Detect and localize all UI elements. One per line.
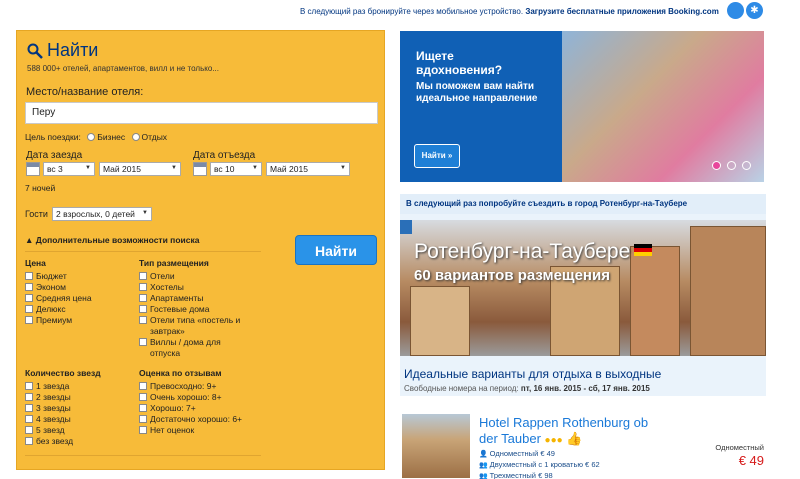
trip-purpose: Цель поездки: Бизнес Отдых <box>25 132 167 142</box>
room-single: 👤 Одноместный € 49 <box>479 449 555 458</box>
price-option[interactable]: Эконом <box>25 282 92 293</box>
top-bar: В следующий раз бронируйте через мобильн… <box>0 0 800 22</box>
hotel-stars: ●●● <box>544 435 563 446</box>
checkin-calendar-icon[interactable] <box>26 162 40 176</box>
business-radio[interactable] <box>87 133 96 141</box>
stars-option[interactable]: 2 звезды <box>25 392 73 403</box>
review-option[interactable]: Хорошо: 7+ <box>139 403 242 414</box>
type-option[interactable]: Апартаменты <box>139 293 240 304</box>
checkout-month-select[interactable]: Май 2015 <box>266 162 350 176</box>
type-option-cont: отпуска <box>150 348 181 358</box>
type-option[interactable]: Гостевые дома <box>139 304 240 315</box>
trip-purpose-label: Цель поездки: <box>25 132 81 142</box>
android-icon[interactable]: ✱ <box>746 2 763 19</box>
promo-period: Свободные номера на период: пт, 16 янв. … <box>404 384 650 393</box>
price-option[interactable]: Делюкс <box>25 304 92 315</box>
apple-icon[interactable] <box>727 2 744 19</box>
divider <box>25 251 261 252</box>
review-filter-list: Превосходно: 9+ Очень хорошо: 8+ Хорошо:… <box>139 381 242 436</box>
guests-select[interactable]: 2 взрослых, 0 детей <box>52 207 152 221</box>
carousel-dot[interactable] <box>742 161 751 170</box>
type-option[interactable]: Отели <box>139 271 240 282</box>
destination-label: Место/название отеля: <box>26 86 144 98</box>
room-triple: 👥 Трехместный € 98 <box>479 471 553 479</box>
type-heading: Тип размещения <box>139 258 209 268</box>
leisure-radio[interactable] <box>131 133 140 141</box>
download-apps-link[interactable]: Загрузите бесплатные приложения Booking.… <box>525 7 718 16</box>
search-title: Найти <box>27 40 98 61</box>
promo-count: 60 вариантов размещения <box>414 267 610 284</box>
price-heading: Цена <box>25 258 46 268</box>
banner-headline: Ищете вдохновения? <box>416 49 503 77</box>
checkout-day-select[interactable]: вс 10 <box>210 162 262 176</box>
checkin-day-select[interactable]: вс 3 <box>43 162 95 176</box>
checkout-label: Дата отъезда <box>193 150 256 161</box>
search-subtitle: 588 000+ отелей, апартаментов, вилл и не… <box>27 64 219 73</box>
room-options: 👤 Одноместный € 49 👥 Двухместный с 1 кро… <box>479 449 600 479</box>
price-filter-list: Бюджет Эконом Средняя цена Делюкс Премиу… <box>25 271 92 326</box>
review-option[interactable]: Очень хорошо: 8+ <box>139 392 242 403</box>
promo-info: Идеальные варианты для отдыха в выходные <box>404 367 662 381</box>
inspiration-banner[interactable]: Ищете вдохновения? Мы поможем вам найти … <box>400 31 764 182</box>
search-panel: Найти 588 000+ отелей, апартаментов, вил… <box>16 30 385 470</box>
more-options-label: Дополнительные возможности поиска <box>35 235 200 245</box>
search-icon <box>27 43 43 59</box>
banner-find-button[interactable]: Найти » <box>414 144 460 168</box>
search-button[interactable]: Найти <box>295 235 377 265</box>
checkin-month-select[interactable]: Май 2015 <box>99 162 181 176</box>
banner-text: Мы поможем вам найти идеальное направлен… <box>416 81 538 104</box>
triangle-up-icon: ▲ <box>25 235 36 245</box>
thumbs-up-icon: 👍 <box>566 431 583 446</box>
mobile-promo-text: В следующий раз бронируйте через мобильн… <box>300 7 719 16</box>
review-heading: Оценка по отзывам <box>139 368 222 378</box>
price-option[interactable]: Бюджет <box>25 271 92 282</box>
type-filter-list: Отели Хостелы Апартаменты Гостевые дома … <box>139 271 240 359</box>
couple-photo <box>562 31 764 182</box>
stars-option[interactable]: 3 звезды <box>25 403 73 414</box>
review-option[interactable]: Достаточно хорошо: 6+ <box>139 414 242 425</box>
stars-heading: Количество звезд <box>25 368 101 378</box>
hotel-card[interactable]: Hotel Rappen Rothenburg ob der Tauber ●●… <box>400 411 766 479</box>
location-pin-icon <box>400 220 412 234</box>
checkout-calendar-icon[interactable] <box>193 162 207 176</box>
checkin-label: Дата заезда <box>26 150 83 161</box>
divider <box>25 455 261 456</box>
destination-input[interactable]: Перу <box>25 102 378 124</box>
mobile-promo-message: В следующий раз бронируйте через мобильн… <box>300 7 524 16</box>
stars-option[interactable]: 5 звезд <box>25 425 73 436</box>
search-title-text: Найти <box>47 40 99 60</box>
guests-label: Гости <box>25 209 48 219</box>
stars-option[interactable]: 1 звезда <box>25 381 73 392</box>
carousel-dot-active[interactable] <box>712 161 721 170</box>
hotel-thumbnail[interactable] <box>402 414 470 478</box>
type-option[interactable]: Хостелы <box>139 282 240 293</box>
price-option[interactable]: Средняя цена <box>25 293 92 304</box>
hotel-name[interactable]: Hotel Rappen Rothenburg ob der Tauber ●●… <box>479 415 669 449</box>
type-option-cont: завтрак» <box>150 326 185 336</box>
nights-count: 7 ночей <box>25 183 56 193</box>
promo-city: Ротенбург-на-Таубере <box>414 240 653 264</box>
carousel-dot[interactable] <box>727 161 736 170</box>
promo-bar-text: В следующий раз попробуйте съездить в го… <box>400 194 766 214</box>
price-room-type: Одноместный <box>715 443 764 452</box>
hotel-price: € 49 <box>738 453 764 468</box>
stars-option[interactable]: без звезд <box>25 436 73 447</box>
stars-filter-list: 1 звезда 2 звезды 3 звезды 4 звезды 5 зв… <box>25 381 73 447</box>
review-option[interactable]: Превосходно: 9+ <box>139 381 242 392</box>
leisure-label: Отдых <box>141 132 168 142</box>
type-option[interactable]: Виллы / дома для <box>139 337 240 348</box>
room-double: 👥 Двухместный с 1 кроватью € 62 <box>479 460 600 469</box>
price-option[interactable]: Премиум <box>25 315 92 326</box>
business-label: Бизнес <box>97 132 126 142</box>
germany-flag-icon <box>634 244 653 256</box>
destination-promo[interactable]: В следующий раз попробуйте съездить в го… <box>400 194 766 396</box>
more-options-toggle[interactable]: ▲ Дополнительные возможности поиска <box>25 235 199 245</box>
type-option[interactable]: Отели типа «постель и <box>139 315 240 326</box>
stars-option[interactable]: 4 звезды <box>25 414 73 425</box>
review-option[interactable]: Нет оценок <box>139 425 242 436</box>
